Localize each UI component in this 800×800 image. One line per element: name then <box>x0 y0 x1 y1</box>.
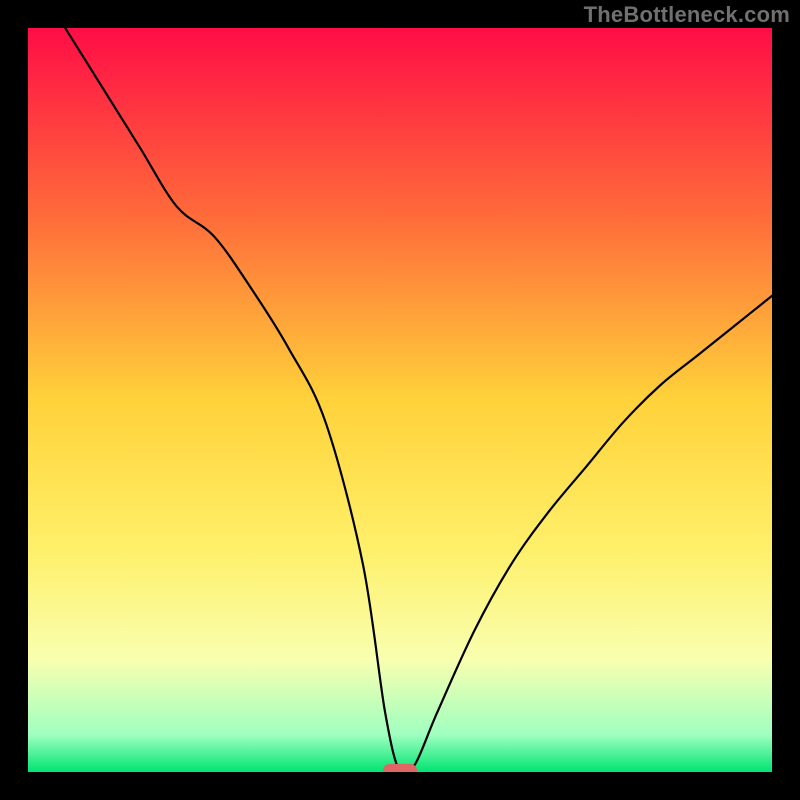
watermark-text: TheBottleneck.com <box>584 2 790 28</box>
chart-svg <box>28 28 772 772</box>
gradient-bg <box>28 28 772 772</box>
optimal-marker <box>383 764 417 772</box>
chart-frame: TheBottleneck.com <box>0 0 800 800</box>
plot-area <box>28 28 772 772</box>
